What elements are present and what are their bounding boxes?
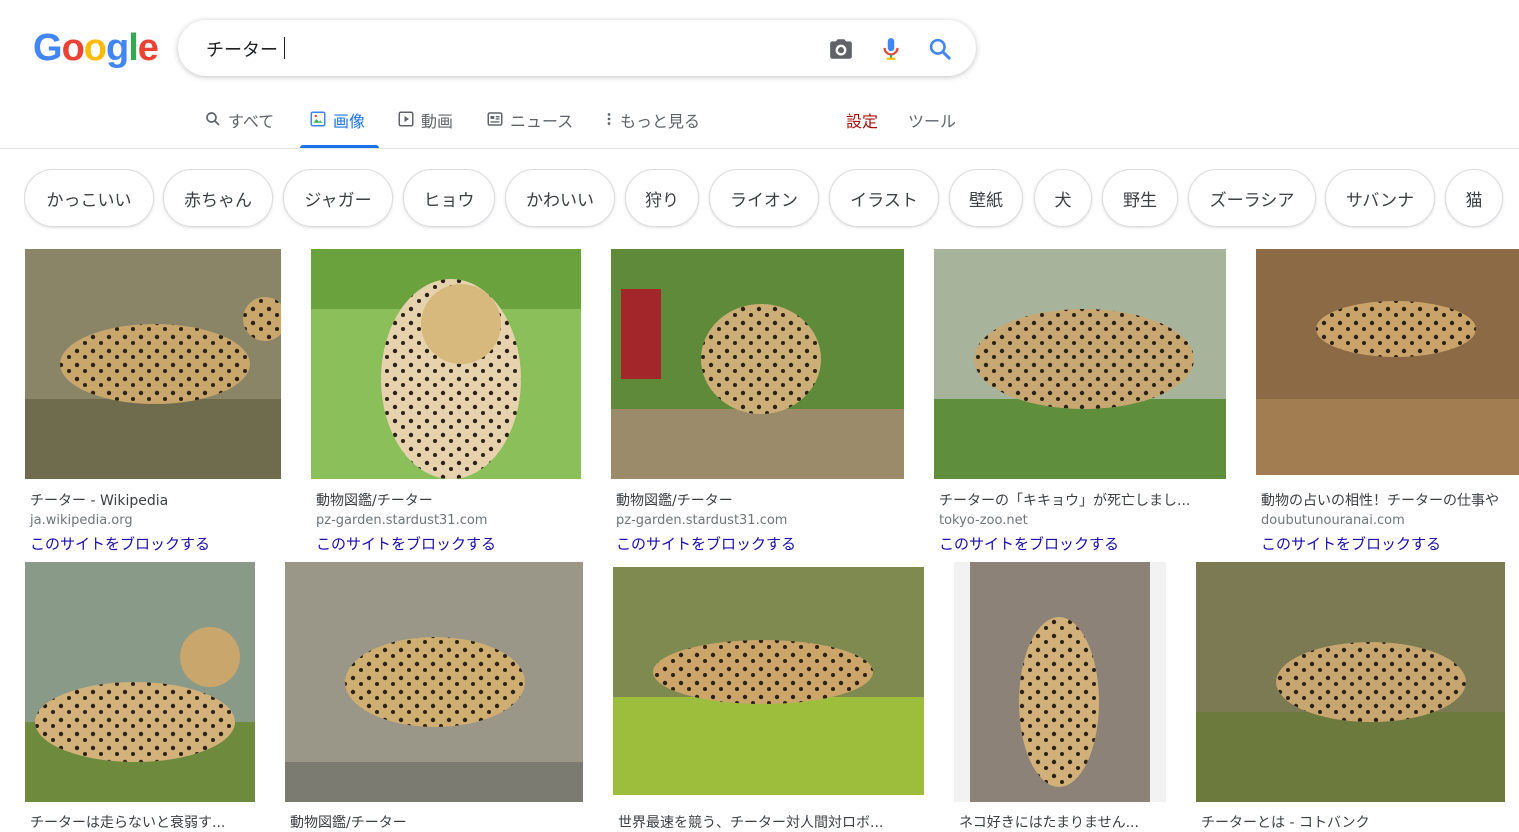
result-thumbnail[interactable] — [1256, 249, 1519, 475]
result-thumbnail[interactable] — [25, 249, 281, 479]
search-box — [178, 20, 976, 76]
chip-wild[interactable]: 野生 — [1102, 169, 1178, 227]
related-search-chips: かっこいい 赤ちゃん ジャガー ヒョウ かわいい 狩り ライオン イラスト 壁紙… — [24, 169, 1519, 229]
tab-label: すべて — [228, 112, 275, 131]
result-domain: tokyo-zoo.net — [939, 513, 1028, 528]
tab-images[interactable]: 画像 — [299, 108, 380, 148]
result-caption[interactable]: 動物図鑑/チーター — [616, 490, 901, 510]
chip-wallpaper[interactable]: 壁紙 — [949, 169, 1023, 227]
tab-more[interactable]: もっと見る — [604, 108, 700, 148]
chip-lion[interactable]: ライオン — [709, 169, 819, 227]
microphone-icon[interactable] — [878, 36, 904, 62]
result-caption[interactable]: 動物図鑑/チーター — [290, 812, 580, 832]
chip-illust[interactable]: イラスト — [829, 169, 939, 227]
result-thumbnail[interactable] — [25, 562, 255, 802]
block-site-link[interactable]: このサイトをブロックする — [616, 533, 796, 554]
result-thumbnail[interactable] — [954, 562, 1166, 802]
search-input[interactable] — [204, 30, 808, 68]
result-domain: pz-garden.stardust31.com — [316, 513, 488, 528]
google-logo[interactable]: Google — [33, 26, 159, 70]
image-icon — [310, 111, 326, 127]
tab-news[interactable]: ニュース — [486, 108, 573, 148]
block-site-link[interactable]: このサイトをブロックする — [939, 533, 1119, 554]
chip-kari[interactable]: 狩り — [625, 169, 699, 227]
settings-link[interactable]: 設定 — [846, 108, 878, 132]
result-thumbnail[interactable] — [934, 249, 1226, 479]
result-caption[interactable]: ネコ好きにはたまりません... — [959, 812, 1166, 832]
chip-jaguar[interactable]: ジャガー — [283, 169, 393, 227]
block-site-link[interactable]: このサイトをブロックする — [316, 533, 496, 554]
result-caption[interactable]: 世界最速を競う、チーター対人間対ロボ... — [618, 812, 918, 832]
search-icon — [206, 112, 220, 126]
result-caption[interactable]: チーターの「キキョウ」が死亡しまし... — [939, 490, 1224, 510]
chip-hyou[interactable]: ヒョウ — [403, 169, 495, 227]
tab-label: 動画 — [421, 112, 454, 131]
search-icon[interactable] — [927, 36, 953, 62]
chip-kawaii[interactable]: かわいい — [505, 169, 615, 227]
text-caret — [284, 37, 285, 59]
chip-dog[interactable]: 犬 — [1034, 169, 1092, 227]
tab-label: 画像 — [333, 112, 366, 131]
result-thumbnail[interactable] — [613, 567, 924, 795]
tab-videos[interactable]: 動画 — [397, 108, 453, 148]
result-caption[interactable]: 動物の占いの相性！チーターの仕事や — [1261, 490, 1519, 510]
search-tabs: すべて 画像 動画 ニュース もっと見る 設定 ツール — [0, 98, 1519, 149]
tools-link[interactable]: ツール — [908, 108, 956, 132]
result-caption[interactable]: チーター - Wikipedia — [30, 490, 280, 510]
chip-savanna[interactable]: サバンナ — [1325, 169, 1435, 227]
result-caption[interactable]: チーターとは - コトバンク — [1201, 812, 1501, 832]
result-domain: doubutunouranai.com — [1261, 513, 1405, 528]
result-thumbnail[interactable] — [611, 249, 904, 479]
chip-kakkoii[interactable]: かっこいい — [24, 169, 154, 227]
result-thumbnail[interactable] — [285, 562, 583, 802]
result-thumbnail[interactable] — [1196, 562, 1505, 802]
result-domain: pz-garden.stardust31.com — [616, 513, 788, 528]
more-vert-icon — [607, 113, 611, 125]
camera-icon[interactable] — [828, 36, 854, 62]
block-site-link[interactable]: このサイトをブロックする — [1261, 533, 1441, 554]
tab-all[interactable]: すべて — [204, 108, 274, 148]
tab-label: ニュース — [510, 112, 574, 131]
chip-akachan[interactable]: 赤ちゃん — [163, 169, 273, 227]
result-caption[interactable]: 動物図鑑/チーター — [316, 490, 576, 510]
result-thumbnail[interactable] — [311, 249, 581, 479]
tab-label: もっと見る — [620, 112, 701, 131]
result-domain: ja.wikipedia.org — [30, 513, 133, 528]
result-caption[interactable]: チーターは走らないと衰弱す... — [30, 812, 255, 832]
chip-cat[interactable]: 猫 — [1445, 169, 1503, 227]
block-site-link[interactable]: このサイトをブロックする — [30, 533, 210, 554]
video-icon — [398, 111, 414, 127]
news-icon — [487, 112, 503, 126]
chip-zoorasia[interactable]: ズーラシア — [1188, 169, 1316, 227]
